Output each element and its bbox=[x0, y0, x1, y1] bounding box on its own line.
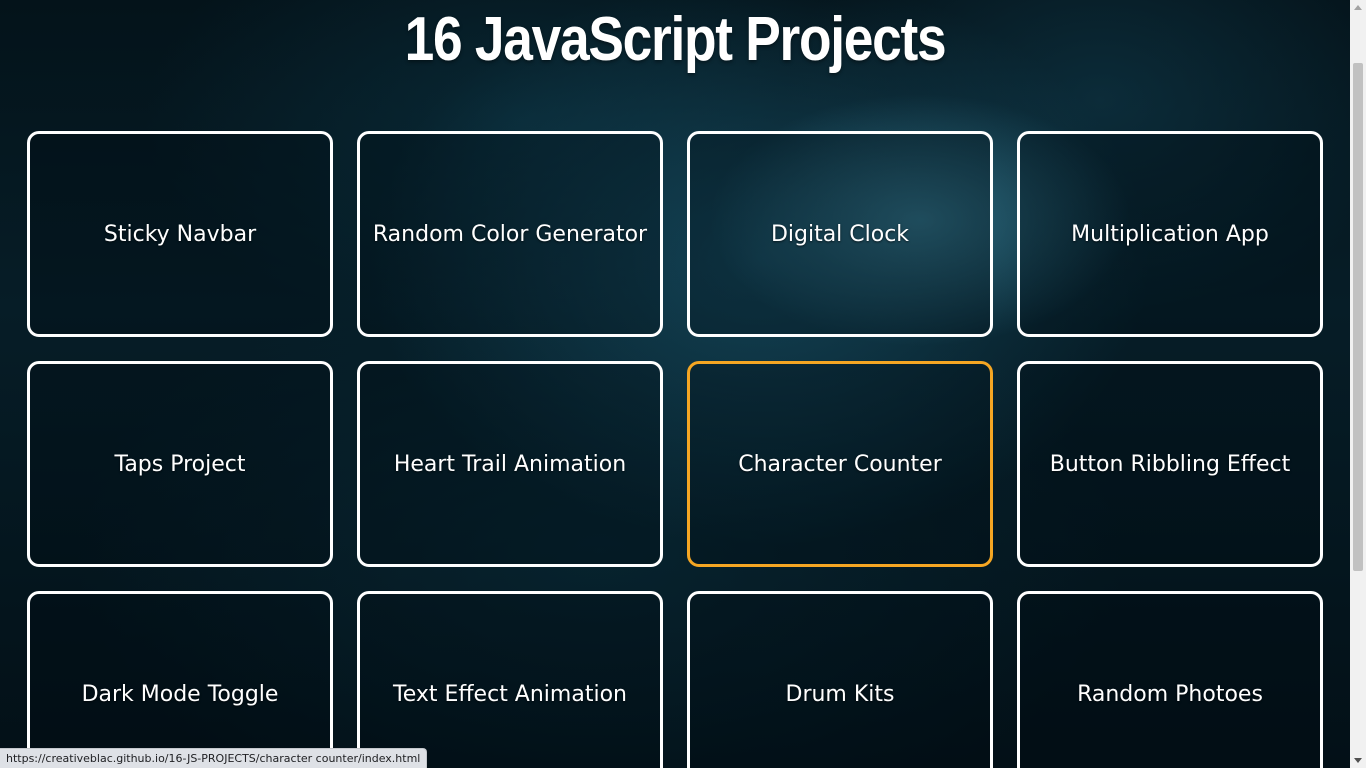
project-card-label: Digital Clock bbox=[770, 221, 910, 247]
project-card-character-counter[interactable]: Character Counter bbox=[687, 361, 993, 567]
scrollbar-thumb[interactable] bbox=[1353, 63, 1363, 571]
project-grid: Sticky Navbar Random Color Generator Dig… bbox=[27, 131, 1323, 768]
project-card-label: Dark Mode Toggle bbox=[81, 681, 279, 707]
project-card-label: Button Ribbling Effect bbox=[1049, 451, 1291, 477]
project-card-text-effect-animation[interactable]: Text Effect Animation bbox=[357, 591, 663, 768]
project-card-label: Random Photoes bbox=[1077, 681, 1263, 707]
project-card-label: Sticky Navbar bbox=[103, 221, 257, 247]
project-card-random-photoes[interactable]: Random Photoes bbox=[1017, 591, 1323, 768]
project-card-label: Drum Kits bbox=[785, 681, 895, 707]
project-card-button-ribbling-effect[interactable]: Button Ribbling Effect bbox=[1017, 361, 1323, 567]
project-card-drum-kits[interactable]: Drum Kits bbox=[687, 591, 993, 768]
project-card-taps-project[interactable]: Taps Project bbox=[27, 361, 333, 567]
link-status-bar: https://creativeblac.github.io/16-JS-PRO… bbox=[0, 748, 428, 768]
project-card-random-color-generator[interactable]: Random Color Generator bbox=[357, 131, 663, 337]
project-card-label: Multiplication App bbox=[1071, 221, 1269, 247]
page-title: 16 JavaScript Projects bbox=[404, 5, 947, 74]
scroll-down-arrow-icon[interactable] bbox=[1354, 758, 1362, 763]
project-card-multiplication-app[interactable]: Multiplication App bbox=[1017, 131, 1323, 337]
vertical-scrollbar[interactable] bbox=[1350, 0, 1366, 768]
project-card-label: Taps Project bbox=[114, 451, 246, 477]
project-card-label: Character Counter bbox=[738, 451, 942, 477]
project-card-label: Text Effect Animation bbox=[393, 681, 627, 707]
page: 16 JavaScript Projects Sticky Navbar Ran… bbox=[0, 0, 1350, 768]
project-card-dark-mode-toggle[interactable]: Dark Mode Toggle bbox=[27, 591, 333, 768]
project-card-heart-trail-animation[interactable]: Heart Trail Animation bbox=[357, 361, 663, 567]
project-card-digital-clock[interactable]: Digital Clock bbox=[687, 131, 993, 337]
project-card-label: Random Color Generator bbox=[372, 221, 648, 247]
project-card-sticky-navbar[interactable]: Sticky Navbar bbox=[27, 131, 333, 337]
scroll-up-arrow-icon[interactable] bbox=[1354, 5, 1362, 10]
project-card-label: Heart Trail Animation bbox=[393, 451, 627, 477]
